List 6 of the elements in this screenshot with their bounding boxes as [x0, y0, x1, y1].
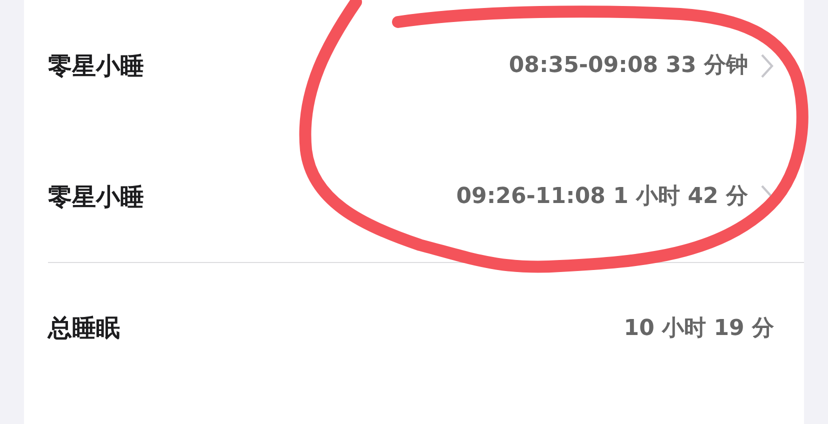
row-label: 总睡眠 [48, 313, 120, 344]
row-value: 08:35-09:08 33 分钟 [508, 52, 748, 80]
row-label: 零星小睡 [48, 182, 144, 212]
row-value: 10 小时 19 分 [624, 314, 774, 342]
row-label: 零星小睡 [48, 50, 144, 82]
row-value: 09:26-11:08 1 小时 42 分 [456, 183, 748, 211]
